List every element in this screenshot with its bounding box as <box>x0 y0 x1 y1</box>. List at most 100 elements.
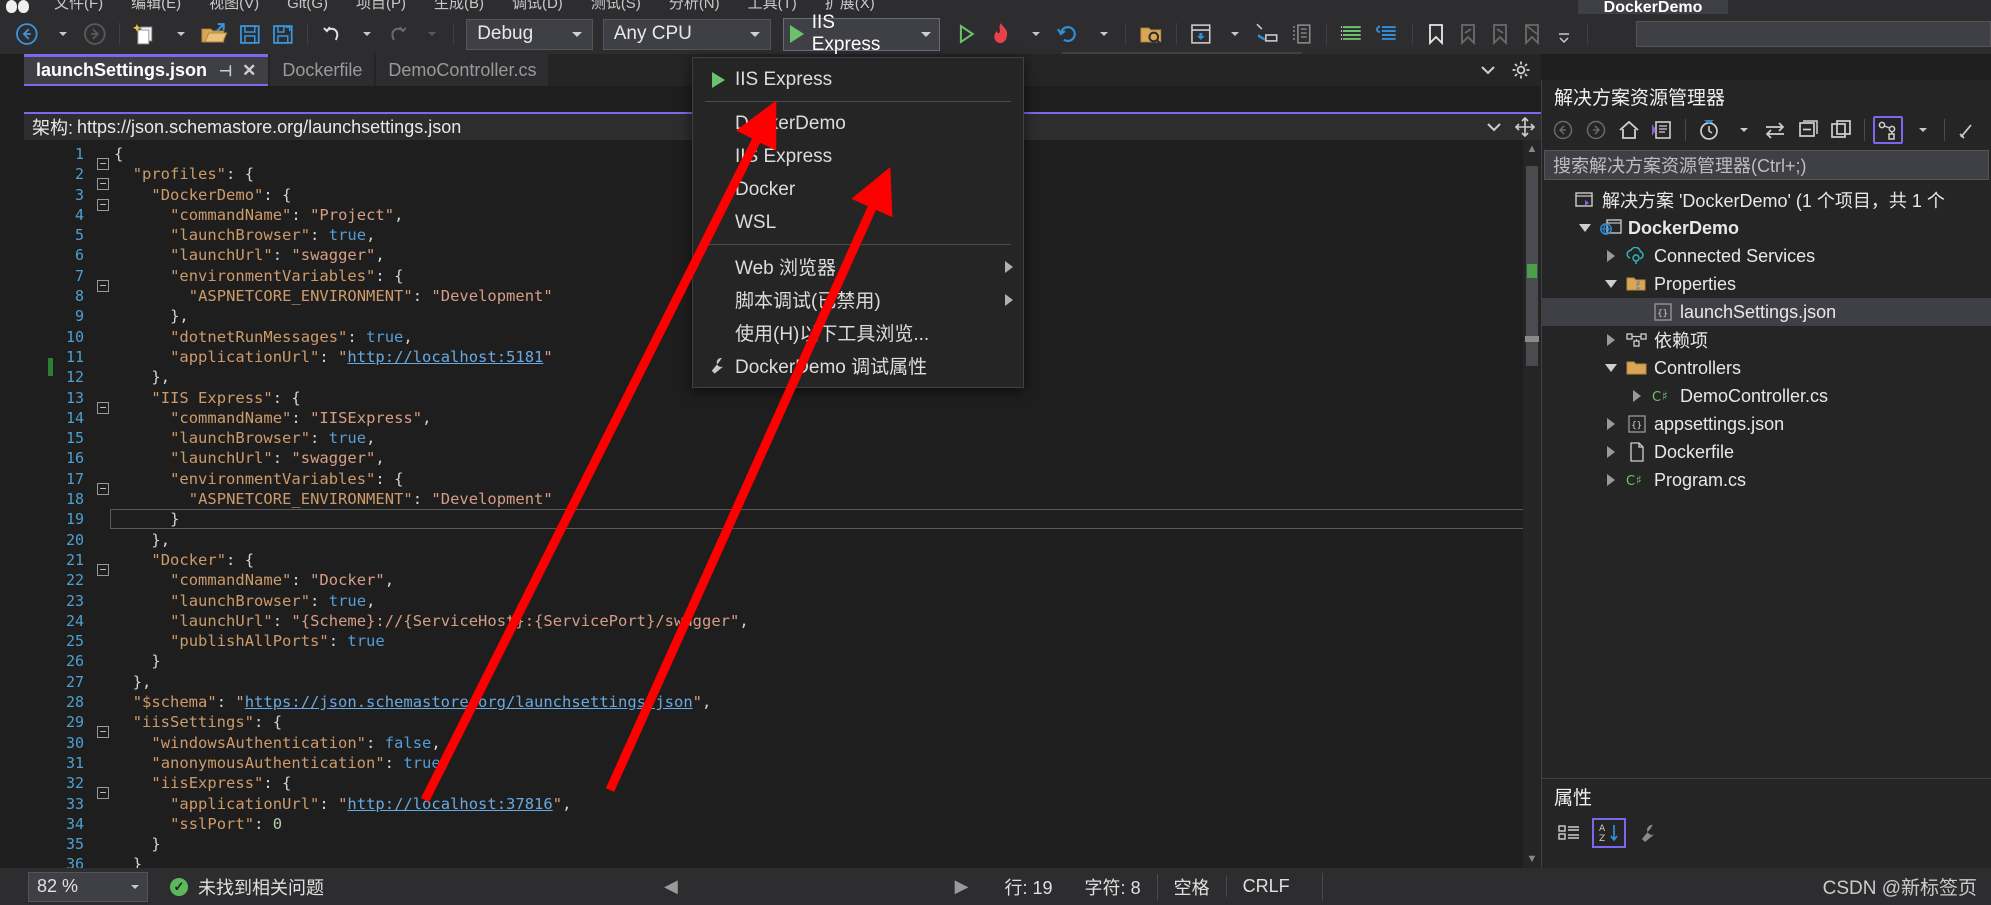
restart-button[interactable] <box>1051 18 1085 50</box>
toolbar-overflow-button[interactable] <box>1549 18 1579 50</box>
back-icon[interactable] <box>1548 116 1578 144</box>
code-text[interactable]: "sslPort": 0 <box>114 814 1541 834</box>
active-files-dropdown-icon[interactable] <box>1479 63 1497 77</box>
issues-status[interactable]: ✓ 未找到相关问题 <box>170 874 324 900</box>
chevron-down-icon[interactable] <box>1600 280 1622 288</box>
undo-dropdown[interactable] <box>350 18 380 50</box>
quick-launch-search-input[interactable] <box>1635 21 1991 47</box>
indentation-indicator[interactable]: 空格 <box>1156 873 1226 900</box>
tree-item-properties[interactable]: Properties <box>1542 270 1991 298</box>
code-line[interactable]: 29− "iisSettings": { <box>24 712 1541 739</box>
code-line[interactable]: 22 "commandName": "Docker", <box>24 570 1541 590</box>
code-line[interactable]: 13− "IIS Express": { <box>24 388 1541 414</box>
editor-vertical-scrollbar[interactable]: ▲ ▼ <box>1523 140 1541 868</box>
code-text[interactable]: "launchUrl": "{Scheme}://{ServiceHost}:{… <box>114 611 1541 631</box>
start-without-debugging-button[interactable] <box>950 18 982 50</box>
pending-changes-icon[interactable] <box>1647 116 1677 144</box>
code-text[interactable]: "anonymousAuthentication": true, <box>114 753 1541 773</box>
code-text[interactable]: }, <box>114 530 1541 550</box>
chevron-right-icon[interactable] <box>1600 474 1622 486</box>
redo-dropdown[interactable] <box>415 18 445 50</box>
line-ending-indicator[interactable]: CRLF <box>1225 876 1306 897</box>
toggle-bookmark-button[interactable] <box>1421 18 1451 50</box>
tree-item-connected-services[interactable]: Connected Services <box>1542 242 1991 270</box>
undo-button[interactable] <box>316 18 348 50</box>
scroll-right-icon[interactable]: ▶ <box>955 876 989 897</box>
dropdown-item-debug-properties[interactable]: DockerDemo 调试属性 <box>693 349 1023 382</box>
chevron-right-icon[interactable] <box>1600 334 1622 346</box>
dropdown-item-script-debugging[interactable]: 脚本调试(已禁用) <box>693 283 1023 316</box>
code-line[interactable]: 27 }, <box>24 672 1541 692</box>
alphabetical-icon[interactable]: A Z <box>1592 818 1626 848</box>
tree-item-appsettings.json[interactable]: {} appsettings.json <box>1542 410 1991 438</box>
code-text[interactable]: "commandName": "Docker", <box>114 570 1541 590</box>
schema-dropdown-icon[interactable] <box>1485 121 1515 133</box>
code-text[interactable]: "$schema": "https://json.schemastore.org… <box>114 692 1541 712</box>
dropdown-item-iis-express[interactable]: IIS Express <box>693 140 1023 173</box>
clear-bookmarks-button[interactable] <box>1517 18 1547 50</box>
code-line[interactable]: 36 } <box>24 854 1541 868</box>
start-debug-button[interactable]: IIS Express <box>782 12 940 55</box>
code-line[interactable]: 28 "$schema": "https://json.schemastore.… <box>24 692 1541 712</box>
solution-explorer-button[interactable] <box>1185 18 1217 50</box>
tree-item-program.cs[interactable]: C ♯ Program.cs <box>1542 466 1991 494</box>
solution-view-icon[interactable] <box>1873 116 1903 144</box>
code-text[interactable]: "windowsAuthentication": false, <box>114 733 1541 753</box>
code-line[interactable]: 17− "environmentVariables": { <box>24 469 1541 495</box>
menu-item-project[interactable]: 项目(P) <box>342 0 420 14</box>
save-all-button[interactable] <box>267 18 299 50</box>
dropdown-item-web-browser[interactable]: Web 浏览器 <box>693 250 1023 283</box>
code-line[interactable]: 23 "launchBrowser": true, <box>24 591 1541 611</box>
menu-item-build[interactable]: 生成(B) <box>420 0 498 14</box>
tab-democontroller-cs[interactable]: DemoController.cs <box>376 54 549 86</box>
scroll-left-icon[interactable]: ◀ <box>664 876 678 897</box>
hot-reload-dropdown[interactable] <box>1019 18 1049 50</box>
chevron-down-icon[interactable] <box>1906 116 1936 144</box>
comment-lines-button[interactable] <box>1335 18 1369 50</box>
menu-item-view[interactable]: 视图(V) <box>195 0 273 14</box>
navigate-back-button[interactable] <box>10 18 44 50</box>
code-text[interactable]: "ASPNETCORE_ENVIRONMENT": "Development" <box>114 489 1541 509</box>
gear-icon[interactable] <box>1511 60 1531 80</box>
code-line[interactable]: 33 "applicationUrl": "http://localhost:3… <box>24 794 1541 814</box>
tree-item-dockerdemo[interactable]: DockerDemo <box>1542 214 1991 242</box>
tree-item-democontroller.cs[interactable]: C ♯ DemoController.cs <box>1542 382 1991 410</box>
redo-button[interactable] <box>382 18 414 50</box>
properties-wrench-icon[interactable] <box>1632 818 1666 848</box>
previous-bookmark-button[interactable] <box>1453 18 1483 50</box>
close-icon[interactable]: ✕ <box>242 61 256 81</box>
hot-reload-button[interactable] <box>984 18 1018 50</box>
code-text[interactable]: "launchBrowser": true, <box>114 591 1541 611</box>
sync-icon[interactable] <box>1760 116 1790 144</box>
menu-item-debug[interactable]: 调试(D) <box>498 0 577 14</box>
navigate-forward-button[interactable] <box>78 18 112 50</box>
new-item-button[interactable] <box>128 18 162 50</box>
categorized-icon[interactable] <box>1552 818 1586 848</box>
scroll-up-icon[interactable]: ▲ <box>1523 140 1541 158</box>
search-in-files-button[interactable] <box>1134 18 1168 50</box>
code-line[interactable]: 24 "launchUrl": "{Scheme}://{ServiceHost… <box>24 611 1541 631</box>
code-text[interactable]: "IIS Express": { <box>114 388 1541 408</box>
code-line[interactable]: 20 }, <box>24 530 1541 550</box>
new-item-dropdown[interactable] <box>164 18 194 50</box>
chevron-right-icon[interactable] <box>1626 390 1648 402</box>
uncomment-lines-button[interactable] <box>1370 18 1404 50</box>
start-target-dropdown-menu[interactable]: IIS Express DockerDemo IIS Express Docke… <box>692 57 1024 388</box>
properties-window-button[interactable] <box>1250 18 1284 50</box>
tree-item--[interactable]: 依赖项 <box>1542 326 1991 354</box>
code-text[interactable]: }, <box>114 672 1541 692</box>
code-line[interactable]: 25 "publishAllPorts": true <box>24 631 1541 651</box>
menu-item-file[interactable]: 文件(F) <box>40 0 117 14</box>
home-icon[interactable] <box>1614 116 1644 144</box>
code-text[interactable]: "iisSettings": { <box>114 712 1541 732</box>
solution-tree[interactable]: 解决方案 'DockerDemo' (1 个项目，共 1 个 DockerDemo… <box>1542 180 1991 494</box>
solution-explorer-search-input[interactable]: 搜索解决方案资源管理器(Ctrl+;) <box>1544 150 1989 180</box>
code-text[interactable]: "commandName": "IISExpress", <box>114 408 1541 428</box>
code-line[interactable]: 18 "ASPNETCORE_ENVIRONMENT": "Developmen… <box>24 489 1541 509</box>
pin-icon[interactable]: ⊣ <box>219 62 232 80</box>
solution-platform-combo[interactable]: Any CPU <box>602 18 771 50</box>
code-text[interactable]: } <box>114 854 1541 868</box>
code-text[interactable]: "publishAllPorts": true <box>114 631 1541 651</box>
code-line[interactable]: 32− "iisExpress": { <box>24 773 1541 800</box>
save-button[interactable] <box>234 18 266 50</box>
